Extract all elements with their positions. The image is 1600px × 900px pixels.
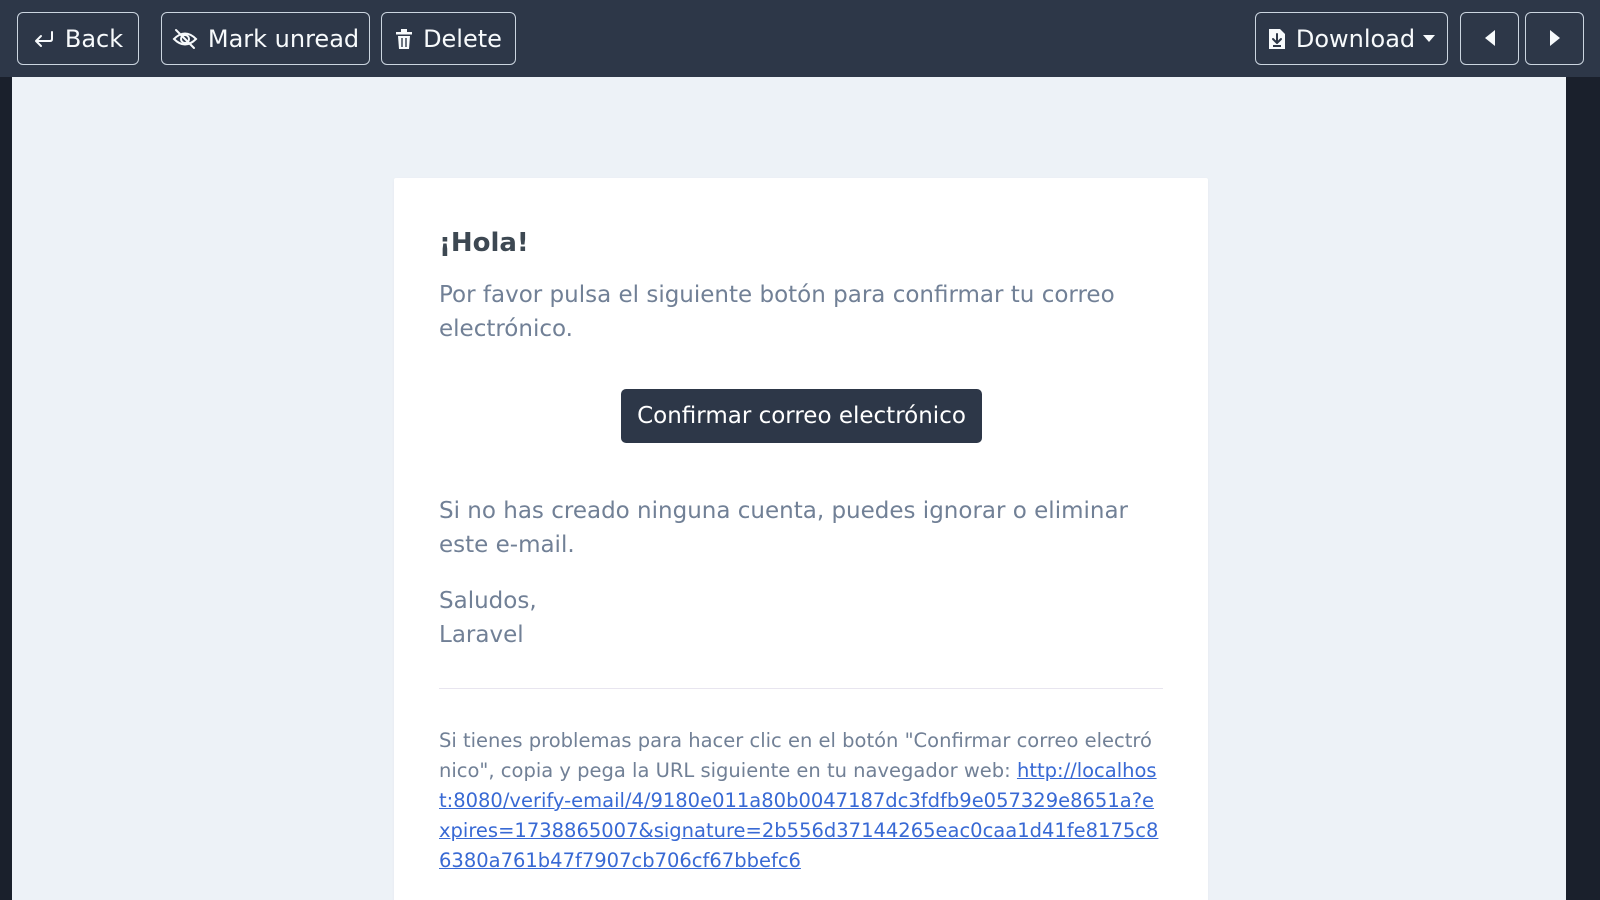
email-body-card: ¡Hola! Por favor pulsa el siguiente botó…: [394, 178, 1208, 900]
mark-unread-label: Mark unread: [207, 24, 360, 53]
toolbar: Back Mark unread Delete Download: [0, 0, 1600, 77]
email-intro-text: Por favor pulsa el siguiente botón para …: [439, 282, 1115, 342]
file-download-icon: [1268, 28, 1286, 50]
trash-icon: [395, 28, 413, 50]
caret-right-icon: [1548, 25, 1562, 53]
return-arrow-icon: [33, 29, 55, 49]
download-dropdown-button[interactable]: Download: [1255, 12, 1448, 65]
confirm-email-button[interactable]: Confirmar correo electrónico: [621, 389, 982, 443]
download-label: Download: [1295, 24, 1416, 53]
caret-down-icon: [1423, 35, 1436, 42]
mark-unread-button[interactable]: Mark unread: [161, 12, 370, 65]
scrollbar-track: [1566, 77, 1600, 900]
caret-left-icon: [1483, 25, 1497, 53]
salutation: Saludos,: [439, 588, 537, 614]
eye-slash-icon: [172, 28, 198, 50]
previous-message-button[interactable]: [1460, 12, 1519, 65]
email-subcopy: Si tienes problemas para hacer clic en e…: [439, 726, 1164, 876]
divider: [439, 688, 1163, 689]
email-signoff: Saludos, Laravel: [439, 584, 1169, 652]
email-preview-area: ¡Hola! Por favor pulsa el siguiente botó…: [12, 77, 1566, 900]
email-greeting: ¡Hola!: [439, 228, 529, 258]
sender-name: Laravel: [439, 622, 524, 648]
delete-button[interactable]: Delete: [381, 12, 516, 65]
back-label: Back: [64, 24, 124, 53]
back-button[interactable]: Back: [17, 12, 139, 65]
left-panel-edge: [0, 77, 12, 900]
next-message-button[interactable]: [1525, 12, 1584, 65]
delete-label: Delete: [423, 24, 502, 53]
email-outro-text: Si no has creado ninguna cuenta, puedes …: [439, 498, 1129, 558]
